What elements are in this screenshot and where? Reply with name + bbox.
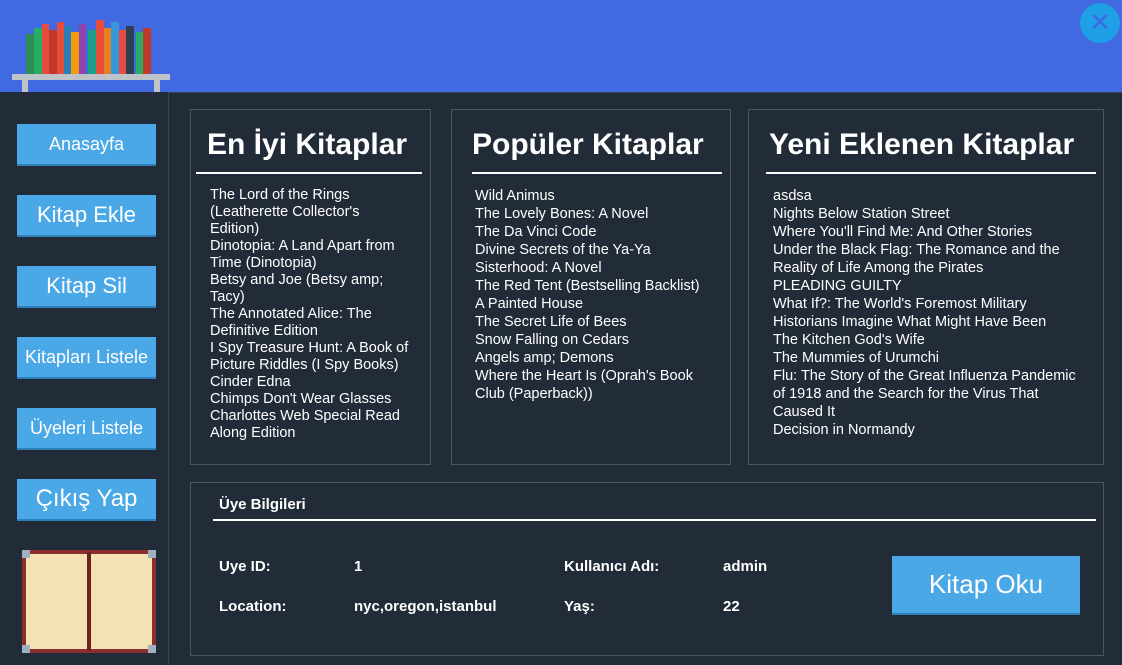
new-books-title-rule bbox=[766, 172, 1096, 174]
book-list-item: I Spy Treasure Hunt: A Book of bbox=[210, 340, 409, 356]
best-books-title: En İyi Kitaplar bbox=[207, 128, 408, 161]
book-list-item: Along Edition bbox=[210, 425, 296, 441]
book-list-item: The Da Vinci Code bbox=[475, 224, 597, 240]
member-id-value: 1 bbox=[354, 558, 363, 575]
read-book-button[interactable]: Kitap Oku bbox=[892, 556, 1080, 613]
location-value: nyc,oregon,istanbul bbox=[354, 598, 497, 615]
book-list-item: Time (Dinotopia) bbox=[210, 255, 317, 271]
username-label: Kullanıcı Adı: bbox=[564, 558, 660, 575]
book-list-item: Historians Imagine What Might Have Been bbox=[773, 314, 1047, 330]
header-bar: ✕ bbox=[0, 0, 1122, 92]
book-list-item: Divine Secrets of the Ya-Ya bbox=[475, 242, 651, 258]
book-list-item: A Painted House bbox=[475, 296, 584, 312]
book-list-item: PLEADING GUILTY bbox=[773, 278, 902, 294]
popular-books-list: Wild Animus The Lovely Bones: A Novel The … bbox=[475, 187, 727, 403]
book-list-item: Nights Below Station Street bbox=[773, 206, 950, 222]
new-books-title: Yeni Eklenen Kitaplar bbox=[769, 128, 1075, 161]
book-list-item: Caused It bbox=[773, 404, 836, 420]
content-divider bbox=[168, 92, 1122, 93]
age-label: Yaş: bbox=[564, 598, 595, 615]
member-info-title: Üye Bilgileri bbox=[219, 496, 306, 513]
book-list-item: (Leatherette Collector's bbox=[210, 204, 360, 220]
book-list-item: The Lord of the Rings bbox=[210, 187, 350, 203]
close-button[interactable]: ✕ bbox=[1080, 3, 1120, 43]
username-value: admin bbox=[723, 558, 768, 575]
sidebar-button-add-book[interactable]: Kitap Ekle bbox=[17, 195, 156, 235]
open-book-icon bbox=[22, 550, 156, 653]
book-list-item: of 1918 and the Search for the Virus Tha… bbox=[773, 386, 1039, 402]
sidebar-button-list-books[interactable]: Kitapları Listele bbox=[17, 337, 156, 377]
book-list-item: Snow Falling on Cedars bbox=[475, 332, 629, 348]
book-list-item: Where the Heart Is (Oprah's Book bbox=[475, 368, 693, 384]
book-list-item: Where You'll Find Me: And Other Stories bbox=[773, 224, 1033, 240]
sidebar-button-delete-book[interactable]: Kitap Sil bbox=[17, 266, 156, 306]
book-list-item: Dinotopia: A Land Apart from bbox=[210, 238, 395, 254]
book-list-item: Chimps Don't Wear Glasses bbox=[210, 391, 392, 407]
location-label: Location: bbox=[219, 598, 287, 615]
book-list-item: Tacy) bbox=[210, 289, 245, 305]
book-list-item: The Kitchen God's Wife bbox=[773, 332, 925, 348]
book-list-item: Edition) bbox=[210, 221, 260, 237]
member-id-label: Uye ID: bbox=[219, 558, 271, 575]
book-list-item: Angels amp; Demons bbox=[475, 350, 614, 366]
book-list-item: The Mummies of Urumchi bbox=[773, 350, 939, 366]
book-list-item: The Red Tent (Bestselling Backlist) bbox=[475, 278, 700, 294]
new-books-list: asdsa Nights Below Station Street Where Yo… bbox=[773, 187, 1101, 439]
popular-books-title-rule bbox=[472, 172, 722, 174]
sidebar-button-logout[interactable]: Çıkış Yap bbox=[17, 479, 156, 519]
age-value: 22 bbox=[723, 598, 740, 615]
book-list-item: Picture Riddles (I Spy Books) bbox=[210, 357, 399, 373]
book-list-item: What If?: The World's Foremost Military bbox=[773, 296, 1027, 312]
book-list-item: Cinder Edna bbox=[210, 374, 291, 390]
popular-books-title: Popüler Kitaplar bbox=[472, 128, 704, 161]
book-list-item: Flu: The Story of the Great Influenza Pa… bbox=[773, 368, 1076, 384]
sidebar-button-list-members[interactable]: Üyeleri Listele bbox=[17, 408, 156, 448]
book-list-item: Reality of Life Among the Pirates bbox=[773, 260, 984, 276]
bookshelf-logo bbox=[12, 20, 170, 92]
best-books-title-rule bbox=[196, 172, 422, 174]
book-list-item: Definitive Edition bbox=[210, 323, 318, 339]
book-list-item: Sisterhood: A Novel bbox=[475, 260, 602, 276]
book-list-item: Under the Black Flag: The Romance and th… bbox=[773, 242, 1060, 258]
book-list-item: Charlottes Web Special Read bbox=[210, 408, 400, 424]
best-books-list: The Lord of the Rings (Leatherette Collec… bbox=[210, 187, 422, 442]
book-list-item: The Lovely Bones: A Novel bbox=[475, 206, 649, 222]
book-list-item: Club (Paperback)) bbox=[475, 386, 593, 402]
member-info-rule bbox=[213, 519, 1096, 521]
book-list-item: asdsa bbox=[773, 188, 812, 204]
book-list-item: Betsy and Joe (Betsy amp; bbox=[210, 272, 384, 288]
book-list-item: The Annotated Alice: The bbox=[210, 306, 372, 322]
sidebar-button-home[interactable]: Anasayfa bbox=[17, 124, 156, 164]
book-list-item: The Secret Life of Bees bbox=[475, 314, 627, 330]
book-list-item: Decision in Normandy bbox=[773, 422, 915, 438]
book-list-item: Wild Animus bbox=[475, 188, 555, 204]
